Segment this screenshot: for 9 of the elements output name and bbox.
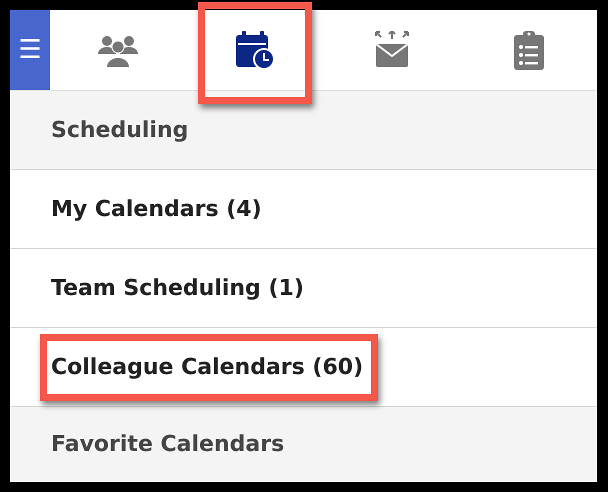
section-heading: Favorite Calendars [51,432,284,457]
menu-link[interactable]: Team Scheduling (1) [51,276,304,300]
menu-link[interactable]: Colleague Calendars (60) [51,354,364,380]
people-icon [97,33,140,67]
menu-link[interactable]: My Calendars (4) [51,196,262,222]
section-heading: Scheduling [51,118,188,142]
clipboard-list-icon [514,30,544,70]
menu-button[interactable]: ☰ [10,10,50,90]
envelope-arrows-icon [372,31,411,69]
